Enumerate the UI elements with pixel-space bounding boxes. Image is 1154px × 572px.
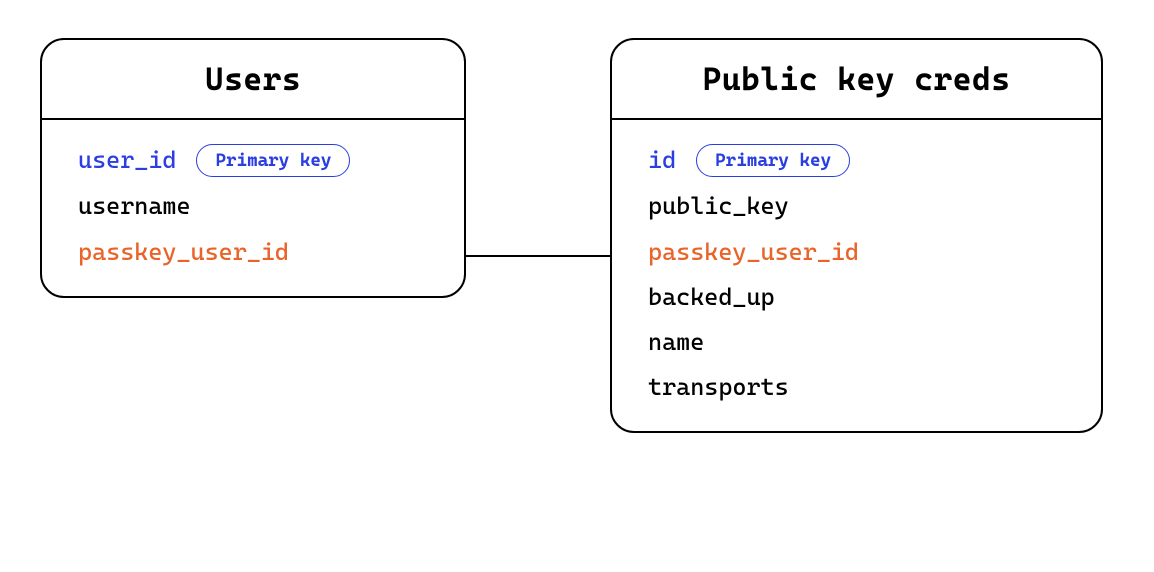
relation-connector [466, 255, 610, 257]
entity-creds: Public key creds id Primary key public_k… [610, 38, 1103, 433]
field-row: public_key [648, 191, 1065, 222]
field-name: public_key [648, 191, 789, 222]
field-name: passkey_user_id [648, 237, 859, 268]
field-name: user_id [78, 145, 176, 176]
field-row: backed_up [648, 282, 1065, 313]
entity-users: Users user_id Primary key username passk… [40, 38, 466, 298]
field-row: passkey_user_id [648, 237, 1065, 268]
field-name: transports [648, 372, 789, 403]
entity-header: Users [42, 40, 464, 120]
field-row: passkey_user_id [78, 237, 428, 268]
field-row: username [78, 191, 428, 222]
entity-title: Users [72, 60, 434, 98]
field-row: user_id Primary key [78, 144, 428, 177]
field-name: id [648, 145, 676, 176]
field-row: transports [648, 372, 1065, 403]
field-name: username [78, 191, 191, 222]
primary-key-badge: Primary key [196, 144, 350, 177]
entity-title: Public key creds [642, 60, 1071, 98]
field-name: backed_up [648, 282, 775, 313]
entity-body: id Primary key public_key passkey_user_i… [612, 120, 1101, 431]
field-name: passkey_user_id [78, 237, 289, 268]
primary-key-badge: Primary key [696, 144, 850, 177]
entity-body: user_id Primary key username passkey_use… [42, 120, 464, 296]
field-name: name [648, 327, 704, 358]
entity-header: Public key creds [612, 40, 1101, 120]
field-row: name [648, 327, 1065, 358]
field-row: id Primary key [648, 144, 1065, 177]
